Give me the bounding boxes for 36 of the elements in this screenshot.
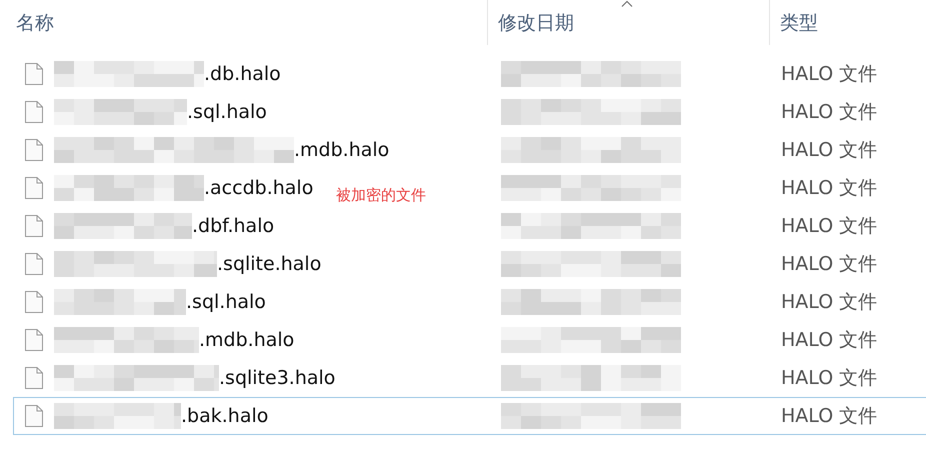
- file-name: .bak.halo: [181, 405, 268, 427]
- column-header[interactable]: 类型: [769, 0, 926, 45]
- annotation-text: 被加密的文件: [336, 186, 426, 205]
- file-icon: [24, 328, 44, 352]
- file-name: .sqlite.halo: [217, 253, 322, 275]
- file-type: HALO 文件: [781, 139, 878, 161]
- file-type: HALO 文件: [781, 291, 878, 313]
- file-icon: [24, 100, 44, 124]
- file-name: .db.halo: [204, 63, 281, 85]
- file-type: HALO 文件: [781, 215, 878, 237]
- file-type: HALO 文件: [781, 63, 878, 85]
- file-name: .mdb.halo: [294, 139, 390, 161]
- file-type: HALO 文件: [781, 177, 878, 199]
- column-header[interactable]: 修改日期: [487, 0, 769, 45]
- file-icon: [24, 404, 44, 428]
- file-icon: [24, 252, 44, 276]
- file-icon: [24, 366, 44, 390]
- file-name: .accdb.halo: [204, 177, 314, 199]
- file-type: HALO 文件: [781, 367, 878, 389]
- file-icon: [24, 138, 44, 162]
- focus-outline[interactable]: .bak.halo HALO 文件: [13, 397, 926, 435]
- file-type: HALO 文件: [781, 101, 878, 123]
- file-name: .dbf.halo: [192, 215, 274, 237]
- file-type: HALO 文件: [781, 329, 878, 351]
- file-icon: [24, 290, 44, 314]
- file-name: .sqlite3.halo: [219, 367, 336, 389]
- column-header[interactable]: 名称: [0, 0, 487, 45]
- file-type: HALO 文件: [781, 405, 878, 427]
- file-name: .sql.halo: [187, 101, 267, 123]
- file-icon: [24, 176, 44, 200]
- file-name: .mdb.halo: [199, 329, 294, 351]
- file-type: HALO 文件: [781, 253, 878, 275]
- file-icon: [24, 62, 44, 86]
- sort-up-icon: [621, 0, 633, 7]
- file-icon: [24, 214, 44, 238]
- file-name: .sql.halo: [186, 291, 266, 313]
